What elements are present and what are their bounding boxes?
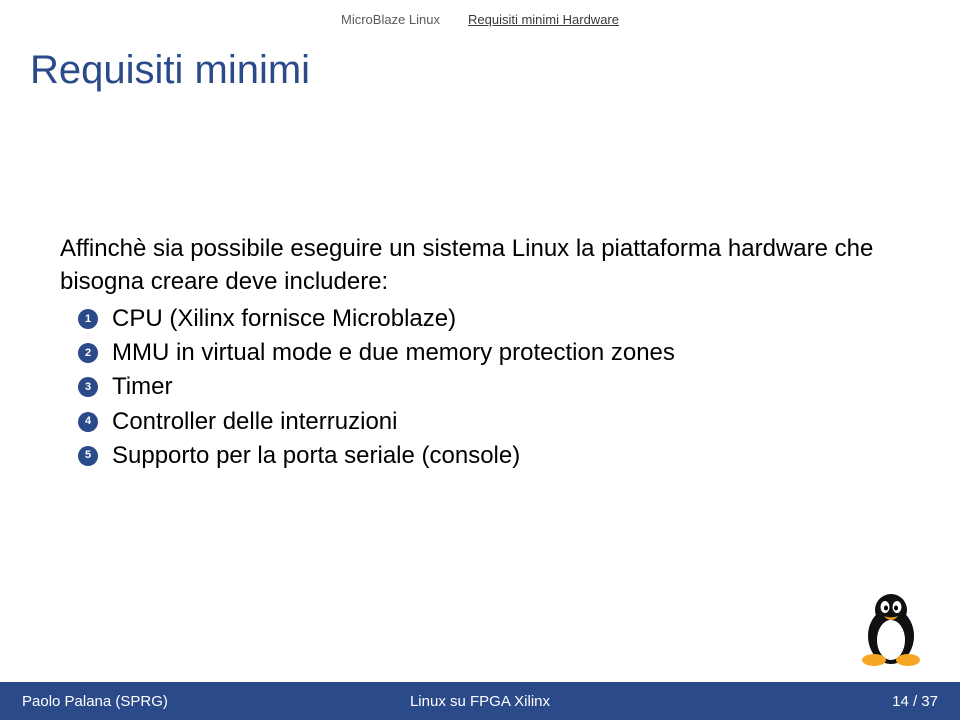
footer-page-number: 14 / 37 <box>633 693 938 710</box>
list-item-text: MMU in virtual mode e due memory protect… <box>112 336 900 369</box>
slide-content: Affinchè sia possibile eseguire un siste… <box>60 232 900 472</box>
list-item-text: Supporto per la porta seriale (console) <box>112 439 900 472</box>
numbered-list: 1 CPU (Xilinx fornisce Microblaze) 2 MMU… <box>60 302 900 472</box>
slide-nav-tabs: MicroBlaze Linux Requisiti minimi Hardwa… <box>0 12 960 27</box>
bullet-3: 3 <box>78 377 98 397</box>
bullet-1: 1 <box>78 309 98 329</box>
list-item-text: Timer <box>112 370 900 403</box>
nav-tab-section[interactable]: MicroBlaze Linux <box>339 12 442 27</box>
tux-penguin-icon <box>856 588 926 666</box>
bullet-5: 5 <box>78 446 98 466</box>
list-item: 2 MMU in virtual mode e due memory prote… <box>78 336 900 369</box>
lead-paragraph: Affinchè sia possibile eseguire un siste… <box>60 232 900 298</box>
list-item: 1 CPU (Xilinx fornisce Microblaze) <box>78 302 900 335</box>
nav-tab-subsection[interactable]: Requisiti minimi Hardware <box>466 12 621 27</box>
footer-title: Linux su FPGA Xilinx <box>327 693 632 710</box>
list-item: 4 Controller delle interruzioni <box>78 405 900 438</box>
list-item: 3 Timer <box>78 370 900 403</box>
slide-footer: Paolo Palana (SPRG) Linux su FPGA Xilinx… <box>0 682 960 720</box>
list-item-text: CPU (Xilinx fornisce Microblaze) <box>112 302 900 335</box>
slide-title: Requisiti minimi <box>30 48 310 93</box>
footer-author: Paolo Palana (SPRG) <box>22 693 327 710</box>
bullet-4: 4 <box>78 412 98 432</box>
list-item: 5 Supporto per la porta seriale (console… <box>78 439 900 472</box>
list-item-text: Controller delle interruzioni <box>112 405 900 438</box>
bullet-2: 2 <box>78 343 98 363</box>
